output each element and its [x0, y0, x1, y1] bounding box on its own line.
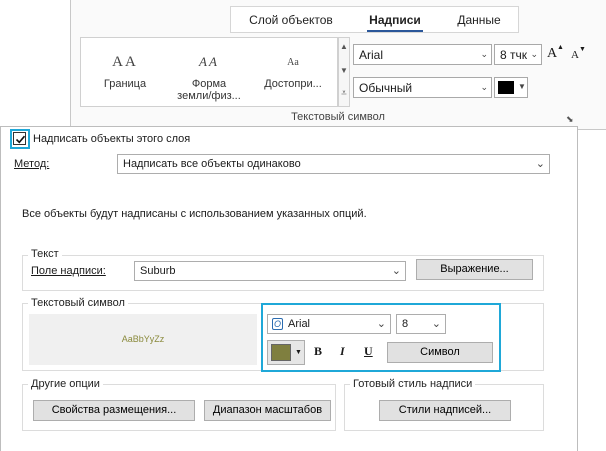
other-options-title: Другие опции: [28, 378, 103, 390]
checkmark-icon: [15, 135, 26, 144]
color-swatch: [271, 344, 291, 361]
symbol-preview-text: AaBbYyZz: [121, 334, 165, 344]
ribbon-font-size-combo[interactable]: 8 тчк ⌄: [494, 44, 542, 65]
shrink-font-button[interactable]: A ▼: [571, 45, 586, 61]
font-color-swatch: [498, 81, 514, 94]
scroll-down-icon[interactable]: ▼: [339, 66, 349, 75]
grow-font-icon: A: [547, 46, 558, 61]
symbol-size-value: 8: [402, 318, 409, 330]
symbol-font-value: Arial: [288, 318, 311, 330]
tab-labels[interactable]: Надписи: [363, 7, 427, 34]
arrow-down-icon: ▼: [579, 45, 586, 53]
placement-properties-button[interactable]: Свойства размещения...: [33, 400, 195, 421]
chevron-down-icon: ⌄: [376, 318, 386, 330]
bold-button[interactable]: B: [314, 344, 322, 359]
font-style-value: Обычный: [359, 81, 413, 95]
expand-gallery-icon[interactable]: ⩡: [339, 88, 349, 99]
ribbon-font-name-combo[interactable]: Arial ⌄: [353, 44, 492, 65]
symbol-color-picker[interactable]: ▼: [267, 340, 305, 365]
ribbon-font-style-combo[interactable]: Обычный ⌄: [353, 77, 492, 98]
method-select[interactable]: Надписать все объекты одинаково ⌄: [117, 154, 550, 174]
font-size-value: 8 тчк: [500, 48, 528, 62]
gallery-label: Граница: [103, 78, 147, 90]
label-field-label: Поле надписи:: [31, 265, 106, 277]
label-style-gallery: AA Граница AA Форма земли/физ... Aa Дост…: [80, 37, 338, 107]
chevron-down-icon: ⌄: [480, 82, 488, 92]
dropdown-arrow-icon: ▼: [295, 349, 302, 356]
chevron-down-icon: ⌄: [391, 265, 401, 277]
italic-button[interactable]: I: [340, 344, 345, 359]
ribbon-font-color-picker[interactable]: ▼: [494, 77, 528, 98]
gallery-label: Форма земли/физ...: [177, 78, 241, 102]
opentype-font-icon: O: [272, 318, 283, 330]
label-field-value: Suburb: [140, 265, 176, 277]
chevron-down-icon: ⌄: [535, 158, 545, 170]
symbol-preview: AaBbYyZz: [29, 314, 257, 365]
tab-data[interactable]: Данные: [447, 7, 511, 34]
chevron-down-icon: ⌄: [431, 318, 441, 330]
gallery-sample: AA: [199, 54, 219, 69]
chevron-down-icon: ⌄: [530, 49, 538, 59]
label-layer-checkbox-label: Надписать объекты этого слоя: [33, 133, 191, 145]
grow-font-button[interactable]: A ▲: [547, 43, 564, 62]
gallery-label: Достопри...: [264, 78, 322, 90]
method-label: Метод:: [14, 158, 50, 170]
text-group-title: Текст: [28, 248, 62, 260]
label-styles-button[interactable]: Стили надписей...: [379, 400, 511, 421]
ribbon-group-caption: Текстовый символ: [291, 111, 385, 123]
ribbon-tabs: Слой объектов Надписи Данные: [230, 6, 519, 33]
symbol-font-select[interactable]: O Arial ⌄: [267, 314, 391, 334]
gallery-item-landform[interactable]: AA Форма земли/физ...: [167, 38, 251, 108]
gallery-item-border[interactable]: AA Граница: [83, 38, 167, 108]
symbol-size-select[interactable]: 8 ⌄: [396, 314, 446, 334]
dialog-launcher-icon[interactable]: ⬊: [566, 114, 574, 125]
underline-button[interactable]: U: [364, 344, 373, 359]
shrink-font-icon: A: [571, 49, 579, 61]
label-field-select[interactable]: Suburb ⌄: [134, 261, 406, 281]
arrow-up-icon: ▲: [557, 43, 564, 51]
text-symbol-group-title: Текстовый символ: [28, 297, 128, 309]
label-layer-checkbox[interactable]: [13, 132, 26, 145]
dropdown-arrow-icon: ▼: [518, 82, 526, 91]
label-style-title: Готовый стиль надписи: [350, 378, 476, 390]
gallery-sample: Aa: [287, 57, 299, 68]
gallery-sample: AA: [112, 54, 138, 70]
gallery-scrollbar[interactable]: ▲ ▼ ⩡: [338, 37, 350, 107]
method-value: Надписать все объекты одинаково: [123, 158, 301, 170]
font-name-value: Arial: [359, 48, 384, 62]
gallery-item-landmark[interactable]: Aa Достопри...: [251, 38, 335, 108]
scroll-up-icon[interactable]: ▲: [339, 42, 349, 51]
expression-button[interactable]: Выражение...: [416, 259, 533, 280]
scale-range-button[interactable]: Диапазон масштабов: [204, 400, 331, 421]
chevron-down-icon: ⌄: [480, 49, 488, 59]
info-text: Все объекты будут надписаны с использова…: [22, 208, 367, 220]
symbol-button[interactable]: Символ: [387, 342, 493, 363]
tab-layer-features[interactable]: Слой объектов: [237, 7, 345, 34]
